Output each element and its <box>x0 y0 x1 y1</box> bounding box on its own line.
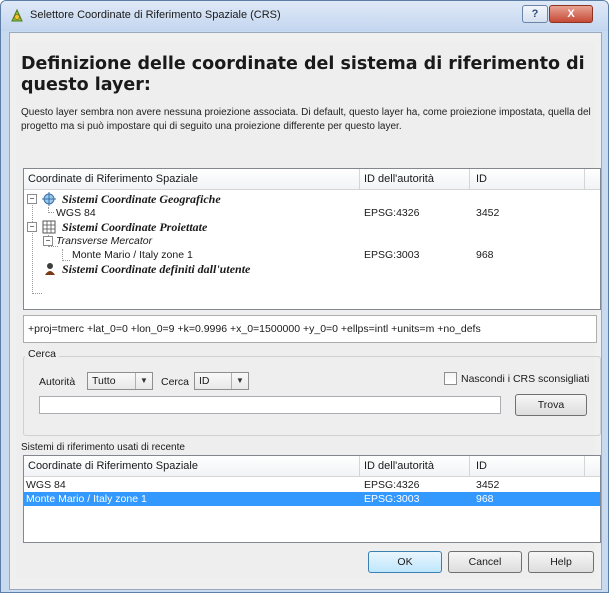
window-title: Selettore Coordinate di Riferimento Spaz… <box>30 9 281 21</box>
crs-authority-id: EPSG:4326 <box>364 479 420 491</box>
crs-selector-window: Selettore Coordinate di Riferimento Spaz… <box>0 0 609 593</box>
tree-header: Coordinate di Riferimento Spaziale ID de… <box>24 169 600 190</box>
crs-id: 3452 <box>476 479 500 491</box>
close-icon[interactable]: X <box>549 5 593 23</box>
find-button[interactable]: Trova <box>515 394 587 416</box>
crs-id: 968 <box>476 249 494 261</box>
collapse-icon[interactable]: − <box>27 194 37 204</box>
content-panel: Definizione delle coordinate del sistema… <box>16 42 601 578</box>
collapse-icon[interactable]: − <box>27 222 37 232</box>
tree-label: Sistemi Coordinate Proiettate <box>62 220 208 234</box>
search-input[interactable] <box>39 396 501 414</box>
recent-crs-label: Sistemi di riferimento usati di recente <box>21 442 185 453</box>
collapse-icon[interactable]: − <box>43 236 53 246</box>
column-header-crs[interactable]: Coordinate di Riferimento Spaziale <box>28 173 198 185</box>
column-header-authority-id[interactable]: ID dell'autorità <box>364 460 434 472</box>
authority-select-value: Tutto <box>92 375 116 387</box>
tree-item-wgs84[interactable]: WGS 84 EPSG:4326 3452 <box>24 206 600 220</box>
globe-crosshair-icon <box>42 192 56 206</box>
qgis-icon <box>11 8 23 22</box>
crs-tree[interactable]: Coordinate di Riferimento Spaziale ID de… <box>23 168 601 310</box>
tree-item-transverse-mercator[interactable]: − Transverse Mercator <box>24 234 600 248</box>
dialog-client: Definizione delle coordinate del sistema… <box>9 32 602 590</box>
crs-name: WGS 84 <box>56 207 96 219</box>
crs-name: WGS 84 <box>26 479 66 491</box>
recent-header: Coordinate di Riferimento Spaziale ID de… <box>24 456 600 477</box>
recent-row-monte-mario[interactable]: Monte Mario / Italy zone 1 EPSG:3003 968 <box>24 492 600 506</box>
crs-name: Monte Mario / Italy zone 1 <box>26 493 147 505</box>
chevron-down-icon: ▼ <box>135 373 152 389</box>
crs-id: 968 <box>476 493 494 505</box>
description-text: Questo layer sembra non avere nessuna pr… <box>21 107 591 132</box>
column-header-id[interactable]: ID <box>476 460 487 472</box>
recent-row-wgs84[interactable]: WGS 84 EPSG:4326 3452 <box>24 478 600 492</box>
chevron-down-icon: ▼ <box>231 373 248 389</box>
proj4-string: +proj=tmerc +lat_0=0 +lon_0=9 +k=0.9996 … <box>23 315 597 343</box>
ok-button[interactable]: OK <box>368 551 442 573</box>
authority-label: Autorità <box>39 376 76 388</box>
search-by-select[interactable]: ID ▼ <box>194 372 249 390</box>
search-group-label: Cerca <box>25 348 60 360</box>
hide-deprecated-label: Nascondi i CRS sconsigliati <box>461 373 590 385</box>
title-bar[interactable]: Selettore Coordinate di Riferimento Spaz… <box>1 1 608 31</box>
tree-connector <box>32 293 42 294</box>
grid-icon <box>42 220 56 234</box>
column-header-crs[interactable]: Coordinate di Riferimento Spaziale <box>28 460 198 472</box>
crs-authority-id: EPSG:3003 <box>364 493 420 505</box>
crs-authority-id: EPSG:3003 <box>364 249 420 261</box>
tree-item-monte-mario[interactable]: Monte Mario / Italy zone 1 EPSG:3003 968 <box>24 248 600 262</box>
tree-label: Transverse Mercator <box>56 235 153 247</box>
search-by-label: Cerca <box>161 376 190 388</box>
tree-label: Sistemi Coordinate definiti dall'utente <box>62 262 251 276</box>
page-title: Definizione delle coordinate del sistema… <box>21 54 585 95</box>
cancel-button[interactable]: Cancel <box>448 551 522 573</box>
crs-id: 3452 <box>476 207 500 219</box>
help-button[interactable]: Help <box>528 551 594 573</box>
column-header-id[interactable]: ID <box>476 173 487 185</box>
crs-name: Monte Mario / Italy zone 1 <box>72 249 193 261</box>
tree-item-projected[interactable]: − Sistemi Coordinate Proiettate <box>24 220 600 234</box>
tree-item-geographic[interactable]: − Sistemi Coordinate Geografiche <box>24 192 600 206</box>
tree-label: Sistemi Coordinate Geografiche <box>62 192 221 206</box>
authority-select[interactable]: Tutto ▼ <box>87 372 153 390</box>
help-icon[interactable]: ? <box>522 5 548 23</box>
column-header-authority-id[interactable]: ID dell'autorità <box>364 173 434 185</box>
user-icon <box>45 263 55 275</box>
search-by-select-value: ID <box>199 375 210 387</box>
crs-authority-id: EPSG:4326 <box>364 207 420 219</box>
recent-crs-list[interactable]: Coordinate di Riferimento Spaziale ID de… <box>23 455 601 543</box>
tree-item-user-defined[interactable]: Sistemi Coordinate definiti dall'utente <box>24 262 600 276</box>
hide-deprecated-checkbox[interactable] <box>444 372 457 385</box>
